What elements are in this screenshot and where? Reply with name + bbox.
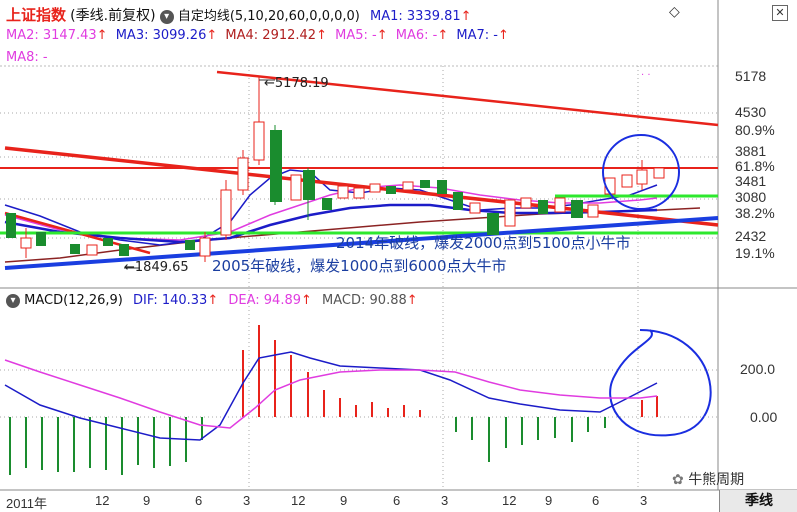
candle (353, 187, 365, 199)
candle (199, 237, 211, 257)
candle (36, 232, 46, 246)
candle (290, 174, 302, 201)
highlight-circle-macd (609, 329, 712, 437)
macd-axis-label: 0.00 (750, 409, 778, 425)
watermark-text: 牛熊周期 (688, 472, 745, 488)
x-axis-label: 6 (592, 493, 600, 508)
candle (369, 183, 381, 193)
price-axis-label: 19.1% (735, 245, 775, 261)
low-price-label: ←1849.65 (124, 260, 189, 275)
price-axis-label: 38.2% (735, 205, 775, 221)
x-axis-label: 9 (545, 493, 553, 508)
up-arrow-icon: ↑ (301, 293, 312, 308)
x-axis-label: 9 (340, 493, 348, 508)
period-button[interactable]: 季线 (719, 490, 797, 512)
signal-dots: · · (641, 70, 651, 81)
macd-settings-icon[interactable]: ▾ (6, 293, 20, 308)
candle (453, 192, 463, 210)
macd-title[interactable]: MACD(12,26,9) (24, 293, 123, 308)
x-axis-label: 12 (95, 493, 110, 508)
price-grid (0, 112, 718, 239)
x-axis-label: 2011年 (6, 496, 47, 511)
price-axis-label: 4530 (735, 104, 767, 120)
candle (103, 238, 113, 246)
candle (220, 189, 232, 236)
low-price-value: 1849.65 (134, 260, 189, 275)
candle (20, 237, 32, 249)
macd-histogram (9, 325, 658, 475)
x-axis-label: 3 (441, 493, 449, 508)
candle (571, 200, 583, 218)
candle (303, 170, 315, 200)
price-axis-label: 3881 (735, 143, 767, 159)
candle (6, 213, 16, 238)
x-axis-label: 3 (243, 493, 251, 508)
price-axis-label: 61.8% (735, 158, 775, 174)
candle (70, 244, 80, 254)
candle (402, 181, 414, 191)
wechat-icon: ✿ (672, 472, 684, 488)
price-axis-label: 5178 (735, 68, 767, 84)
candle (469, 202, 481, 214)
dea-value: DEA: 94.89 (228, 293, 301, 308)
x-axis-label: 6 (393, 493, 401, 508)
high-price-value: 5178.19 (274, 76, 329, 91)
candle (185, 240, 195, 250)
price-axis-label: 3481 (735, 173, 767, 189)
candle (420, 180, 430, 188)
dif-line (4, 351, 658, 441)
candle (587, 204, 599, 218)
annotation-2014: 2014年破线，爆发2000点到5100点小牛市 (336, 234, 631, 252)
candle (621, 174, 633, 188)
watermark: ✿ 牛熊周期 (672, 469, 744, 489)
price-axis-label: 80.9% (735, 122, 775, 138)
candle (520, 197, 532, 209)
candle (86, 244, 98, 256)
up-arrow-icon: ↑ (207, 293, 219, 308)
macd-value: MACD: 90.88 (322, 293, 407, 308)
dea-line (4, 359, 658, 429)
candle (636, 169, 648, 185)
x-axis-label: 12 (502, 493, 517, 508)
macd-header: ▾ MACD(12,26,9) DIF: 140.33↑ DEA: 94.89↑… (6, 293, 418, 308)
x-axis-label: 3 (640, 493, 648, 508)
x-axis-label: 6 (195, 493, 203, 508)
x-axis-label: 9 (143, 493, 151, 508)
candle (237, 157, 249, 191)
dif-value: DIF: 140.33 (133, 293, 208, 308)
x-axis-label: 12 (291, 493, 306, 508)
candle (554, 197, 566, 213)
macd-axis-label: 200.0 (740, 361, 776, 377)
candle (270, 130, 282, 202)
candle (253, 121, 265, 161)
high-price-label: ←5178.19 (264, 76, 329, 91)
candle (119, 244, 129, 256)
time-grid (248, 66, 639, 490)
price-axis-label: 3080 (735, 189, 767, 205)
candle (322, 198, 332, 210)
candle (437, 180, 447, 194)
candle (653, 167, 665, 179)
up-arrow-icon: ↑ (406, 293, 418, 308)
annotation-2005: 2005年破线，爆发1000点到6000点大牛市 (212, 257, 507, 275)
candle (538, 200, 548, 214)
candle (337, 185, 349, 199)
price-axis-label: 2432 (735, 228, 767, 244)
candle (386, 186, 396, 194)
candle (504, 199, 516, 227)
